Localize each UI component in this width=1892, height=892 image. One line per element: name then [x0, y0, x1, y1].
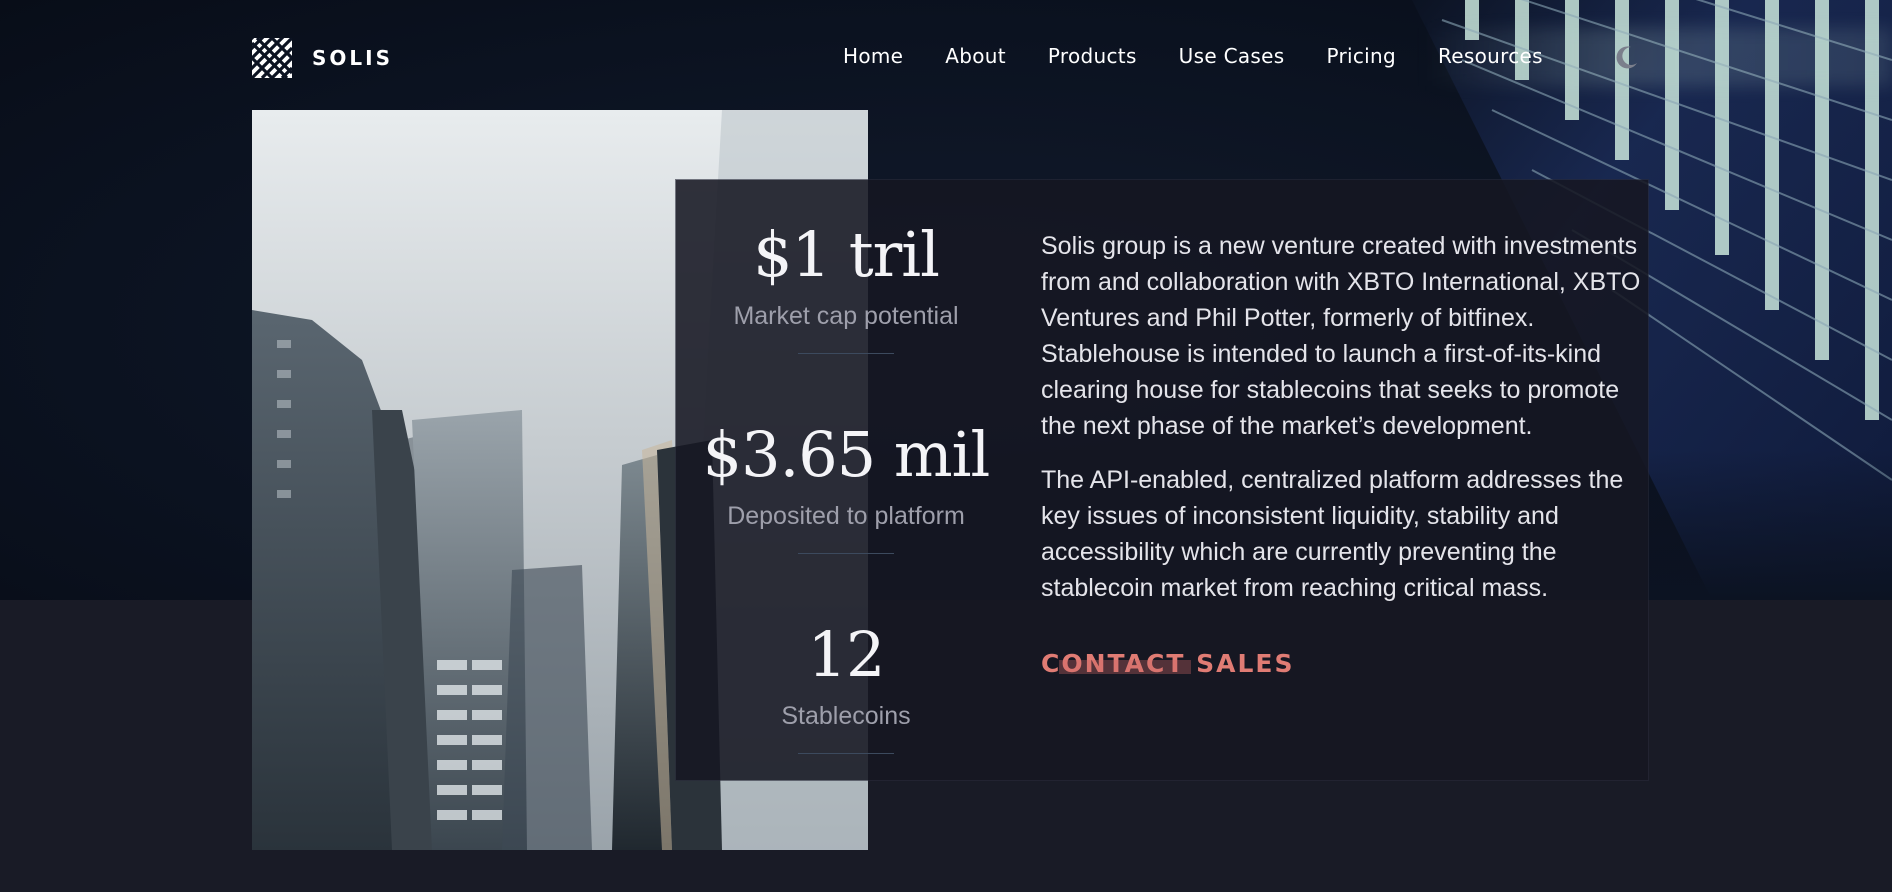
nav-about[interactable]: About	[945, 44, 1006, 68]
brand-name: SOLIS	[312, 46, 393, 70]
stat-divider	[798, 553, 894, 554]
top-navigation: SOLIS Home About Products Use Cases Pric…	[0, 0, 1892, 115]
stat-label: Stablecoins	[781, 702, 911, 730]
stat-divider	[798, 353, 894, 354]
nav-use-cases[interactable]: Use Cases	[1179, 44, 1285, 68]
nav-resources[interactable]: Resources	[1438, 44, 1543, 68]
stat-value: 12	[807, 618, 886, 691]
moon-icon[interactable]	[1614, 44, 1640, 70]
logo-mark-icon	[252, 38, 292, 78]
stat-divider	[798, 753, 894, 754]
stat-value: $1 tril	[753, 218, 940, 291]
nav-products[interactable]: Products	[1048, 44, 1137, 68]
nav-home[interactable]: Home	[843, 44, 903, 68]
stats-card: $1 tril Market cap potential $3.65 mil D…	[676, 180, 1648, 780]
stat-deposited: $3.65 mil Deposited to platform	[676, 424, 1016, 554]
stat-market-cap: $1 tril Market cap potential	[676, 224, 1016, 354]
logo-link[interactable]: SOLIS	[252, 38, 393, 78]
nav-links: Home About Products Use Cases Pricing Re…	[843, 44, 1543, 68]
stat-label: Market cap potential	[733, 302, 959, 330]
nav-pricing[interactable]: Pricing	[1326, 44, 1396, 68]
description-paragraph-2: The API-enabled, centralized platform ad…	[1041, 466, 1624, 602]
contact-sales-link[interactable]: CONTACT SALES	[1041, 646, 1294, 682]
stat-value: $3.65 mil	[702, 418, 991, 491]
stats-column: $1 tril Market cap potential $3.65 mil D…	[676, 180, 1016, 780]
stat-stablecoins: 12 Stablecoins	[676, 624, 1016, 754]
description-text: Solis group is a new venture created wit…	[1041, 228, 1641, 682]
description-paragraph-1: Solis group is a new venture created wit…	[1041, 232, 1641, 440]
stat-label: Deposited to platform	[727, 502, 965, 530]
